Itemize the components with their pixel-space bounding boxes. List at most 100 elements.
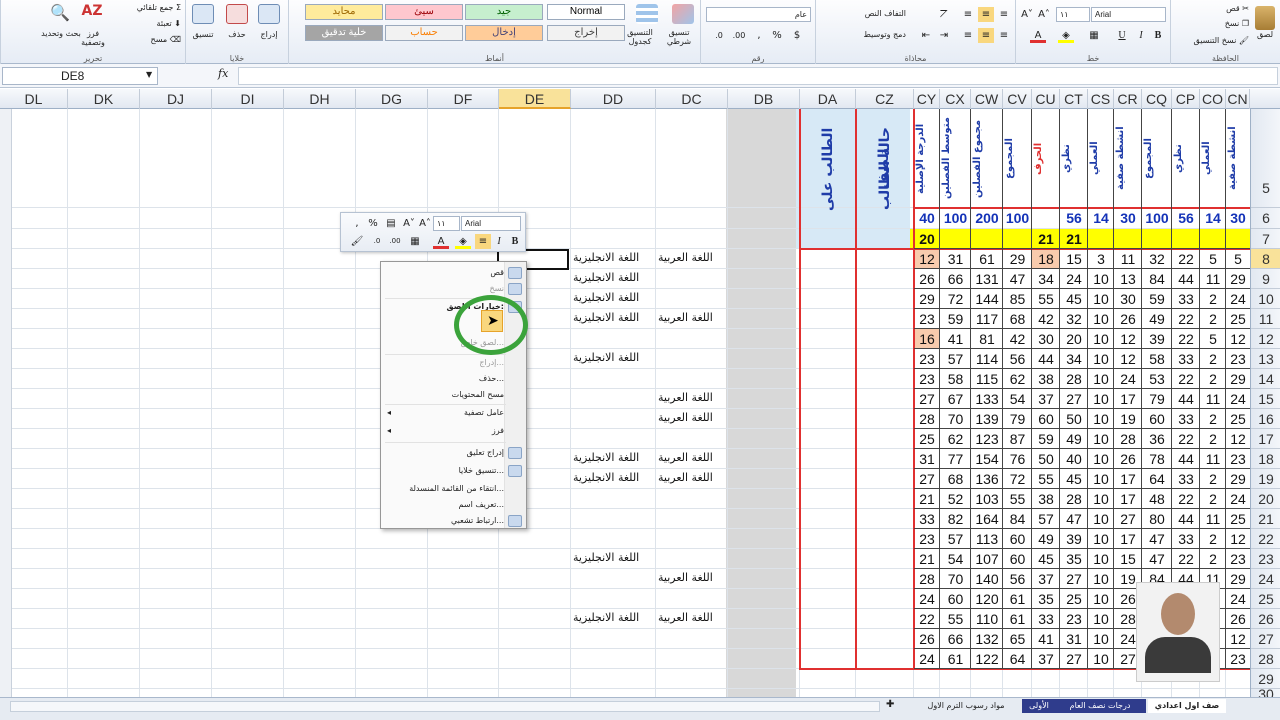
column-header-DL[interactable]: DL <box>0 89 68 109</box>
font-color-icon[interactable]: A <box>1030 28 1046 43</box>
grade-cell[interactable]: 2 <box>1200 369 1226 389</box>
name-box[interactable]: DE8 <box>2 67 158 85</box>
shrink-font-icon[interactable]: A˅ <box>1019 7 1035 22</box>
grade-cell[interactable]: 23 <box>914 369 940 389</box>
grade-cell[interactable]: 53 <box>1142 369 1172 389</box>
insert-sheet-icon[interactable]: ✚ <box>886 699 894 710</box>
underline-button[interactable]: U <box>1114 28 1130 43</box>
grade-cell[interactable]: 23 <box>1226 449 1250 469</box>
row-header-7[interactable]: 7 <box>1251 229 1280 249</box>
grade-cell[interactable]: 45 <box>1060 469 1088 489</box>
column-header-DG[interactable]: DG <box>356 89 428 109</box>
row-header-16[interactable]: 16 <box>1251 409 1280 429</box>
grade-cell[interactable]: 37 <box>1032 649 1060 669</box>
grade-cell[interactable]: 41 <box>940 329 971 349</box>
grade-cell[interactable]: 78 <box>1142 449 1172 469</box>
grade-cell[interactable]: 25 <box>914 429 940 449</box>
grade-cell[interactable]: 33 <box>1172 289 1200 309</box>
grade-cell[interactable]: 10 <box>1088 269 1114 289</box>
grade-cell[interactable]: 66 <box>940 629 971 649</box>
mini-decrease-decimal-icon[interactable]: .00 <box>387 234 403 249</box>
mini-font-select[interactable]: Arial <box>461 216 521 231</box>
grade-cell[interactable]: 21 <box>914 549 940 569</box>
mini-font-color-icon[interactable]: A <box>433 234 449 249</box>
grade-cell[interactable]: 58 <box>940 369 971 389</box>
grade-cell[interactable]: 47 <box>1003 269 1032 289</box>
column-header-CV[interactable]: CV <box>1003 89 1032 109</box>
grade-cell[interactable]: 107 <box>971 549 1003 569</box>
grade-cell[interactable]: 68 <box>940 469 971 489</box>
grade-cell[interactable]: 84 <box>1142 269 1172 289</box>
grade-cell[interactable]: 12 <box>1226 429 1250 449</box>
grade-cell[interactable]: 54 <box>1003 389 1032 409</box>
mini-italic-button[interactable]: I <box>491 234 507 249</box>
grade-cell[interactable]: 12 <box>1114 329 1142 349</box>
grade-cell[interactable]: 35 <box>1060 549 1088 569</box>
grade-cell[interactable]: 47 <box>1060 509 1088 529</box>
grade-cell[interactable]: 24 <box>1114 369 1142 389</box>
borders-icon[interactable]: ▦ <box>1086 28 1102 43</box>
grade-cell[interactable]: 10 <box>1088 489 1114 509</box>
grade-cell[interactable]: 154 <box>971 449 1003 469</box>
cell-style-2[interactable]: سيئ <box>385 4 463 20</box>
format-as-table-icon[interactable] <box>636 4 658 24</box>
grade-cell[interactable]: 10 <box>1088 449 1114 469</box>
grade-cell[interactable]: 57 <box>940 529 971 549</box>
grade-cell[interactable]: 5 <box>1200 249 1226 269</box>
subject-cell-DC[interactable]: اللغة العربية <box>658 311 713 324</box>
grade-cell[interactable]: 26 <box>1226 609 1250 629</box>
subject-cell-DC[interactable]: اللغة العربية <box>658 411 713 424</box>
delete-button[interactable]: حذف <box>222 30 252 39</box>
row-header-26[interactable]: 26 <box>1251 609 1280 629</box>
grade-cell[interactable]: 62 <box>1003 369 1032 389</box>
grade-cell[interactable]: 22 <box>1172 249 1200 269</box>
mini-comma-button[interactable]: , <box>349 216 365 231</box>
grade-cell[interactable]: 12 <box>914 249 940 269</box>
column-header-CX[interactable]: CX <box>940 89 971 109</box>
grade-cell[interactable]: 28 <box>914 409 940 429</box>
grade-cell[interactable]: 120 <box>971 589 1003 609</box>
align-left-icon[interactable]: ≡ <box>960 28 976 43</box>
subject-cell-DC[interactable]: اللغة العربية <box>658 471 713 484</box>
row-header-13[interactable]: 13 <box>1251 349 1280 369</box>
subject-cell-DD[interactable]: اللغة الانجليزية <box>573 451 639 464</box>
context-menu-item-12[interactable]: تعريف اسم... <box>459 500 504 509</box>
grade-cell[interactable]: 10 <box>1088 389 1114 409</box>
grade-cell[interactable]: 76 <box>1003 449 1032 469</box>
column-header-DA[interactable]: DA <box>800 89 856 109</box>
mini-borders-icon[interactable]: ▦ <box>407 234 423 249</box>
grade-cell[interactable]: 2 <box>1200 309 1226 329</box>
delete-cells-icon[interactable] <box>226 4 248 24</box>
grade-cell[interactable]: 50 <box>1060 409 1088 429</box>
column-header-DH[interactable]: DH <box>284 89 356 109</box>
grade-cell[interactable]: 10 <box>1088 589 1114 609</box>
align-right-icon[interactable]: ≡ <box>996 28 1012 43</box>
grade-cell[interactable]: 59 <box>1032 429 1060 449</box>
grade-cell[interactable]: 28 <box>1114 429 1142 449</box>
grade-cell[interactable]: 22 <box>914 609 940 629</box>
grade-cell[interactable]: 65 <box>1003 629 1032 649</box>
context-menu-item-10[interactable]: تنسيق خلايا... <box>459 466 504 475</box>
grade-cell[interactable]: 11 <box>1200 449 1226 469</box>
mini-format-painter-icon[interactable]: 🖌 <box>349 234 365 249</box>
context-menu-item-4[interactable]: إدراج... <box>479 358 504 367</box>
grade-cell[interactable]: 23 <box>914 529 940 549</box>
context-menu-item-8[interactable]: فرز <box>492 426 504 435</box>
grade-cell[interactable]: 17 <box>1114 389 1142 409</box>
grade-cell[interactable]: 24 <box>1226 389 1250 409</box>
column-header-CQ[interactable]: CQ <box>1142 89 1172 109</box>
column-header-CO[interactable]: CO <box>1200 89 1226 109</box>
grade-cell[interactable]: 45 <box>1060 289 1088 309</box>
grade-cell[interactable]: 33 <box>1172 409 1200 429</box>
grade-cell[interactable]: 5 <box>1200 329 1226 349</box>
row-header-23[interactable]: 23 <box>1251 549 1280 569</box>
sheet-tab-1[interactable]: درجات نصف العام <box>1054 699 1146 713</box>
grade-cell[interactable]: 136 <box>971 469 1003 489</box>
grade-cell[interactable]: 12 <box>1226 329 1250 349</box>
bold-button[interactable]: B <box>1150 28 1166 43</box>
grade-cell[interactable]: 25 <box>1226 409 1250 429</box>
decrease-decimal-icon[interactable]: .0 <box>711 28 727 43</box>
grade-cell[interactable]: 57 <box>940 349 971 369</box>
grade-cell[interactable]: 10 <box>1088 469 1114 489</box>
grade-cell[interactable]: 16 <box>914 329 940 349</box>
